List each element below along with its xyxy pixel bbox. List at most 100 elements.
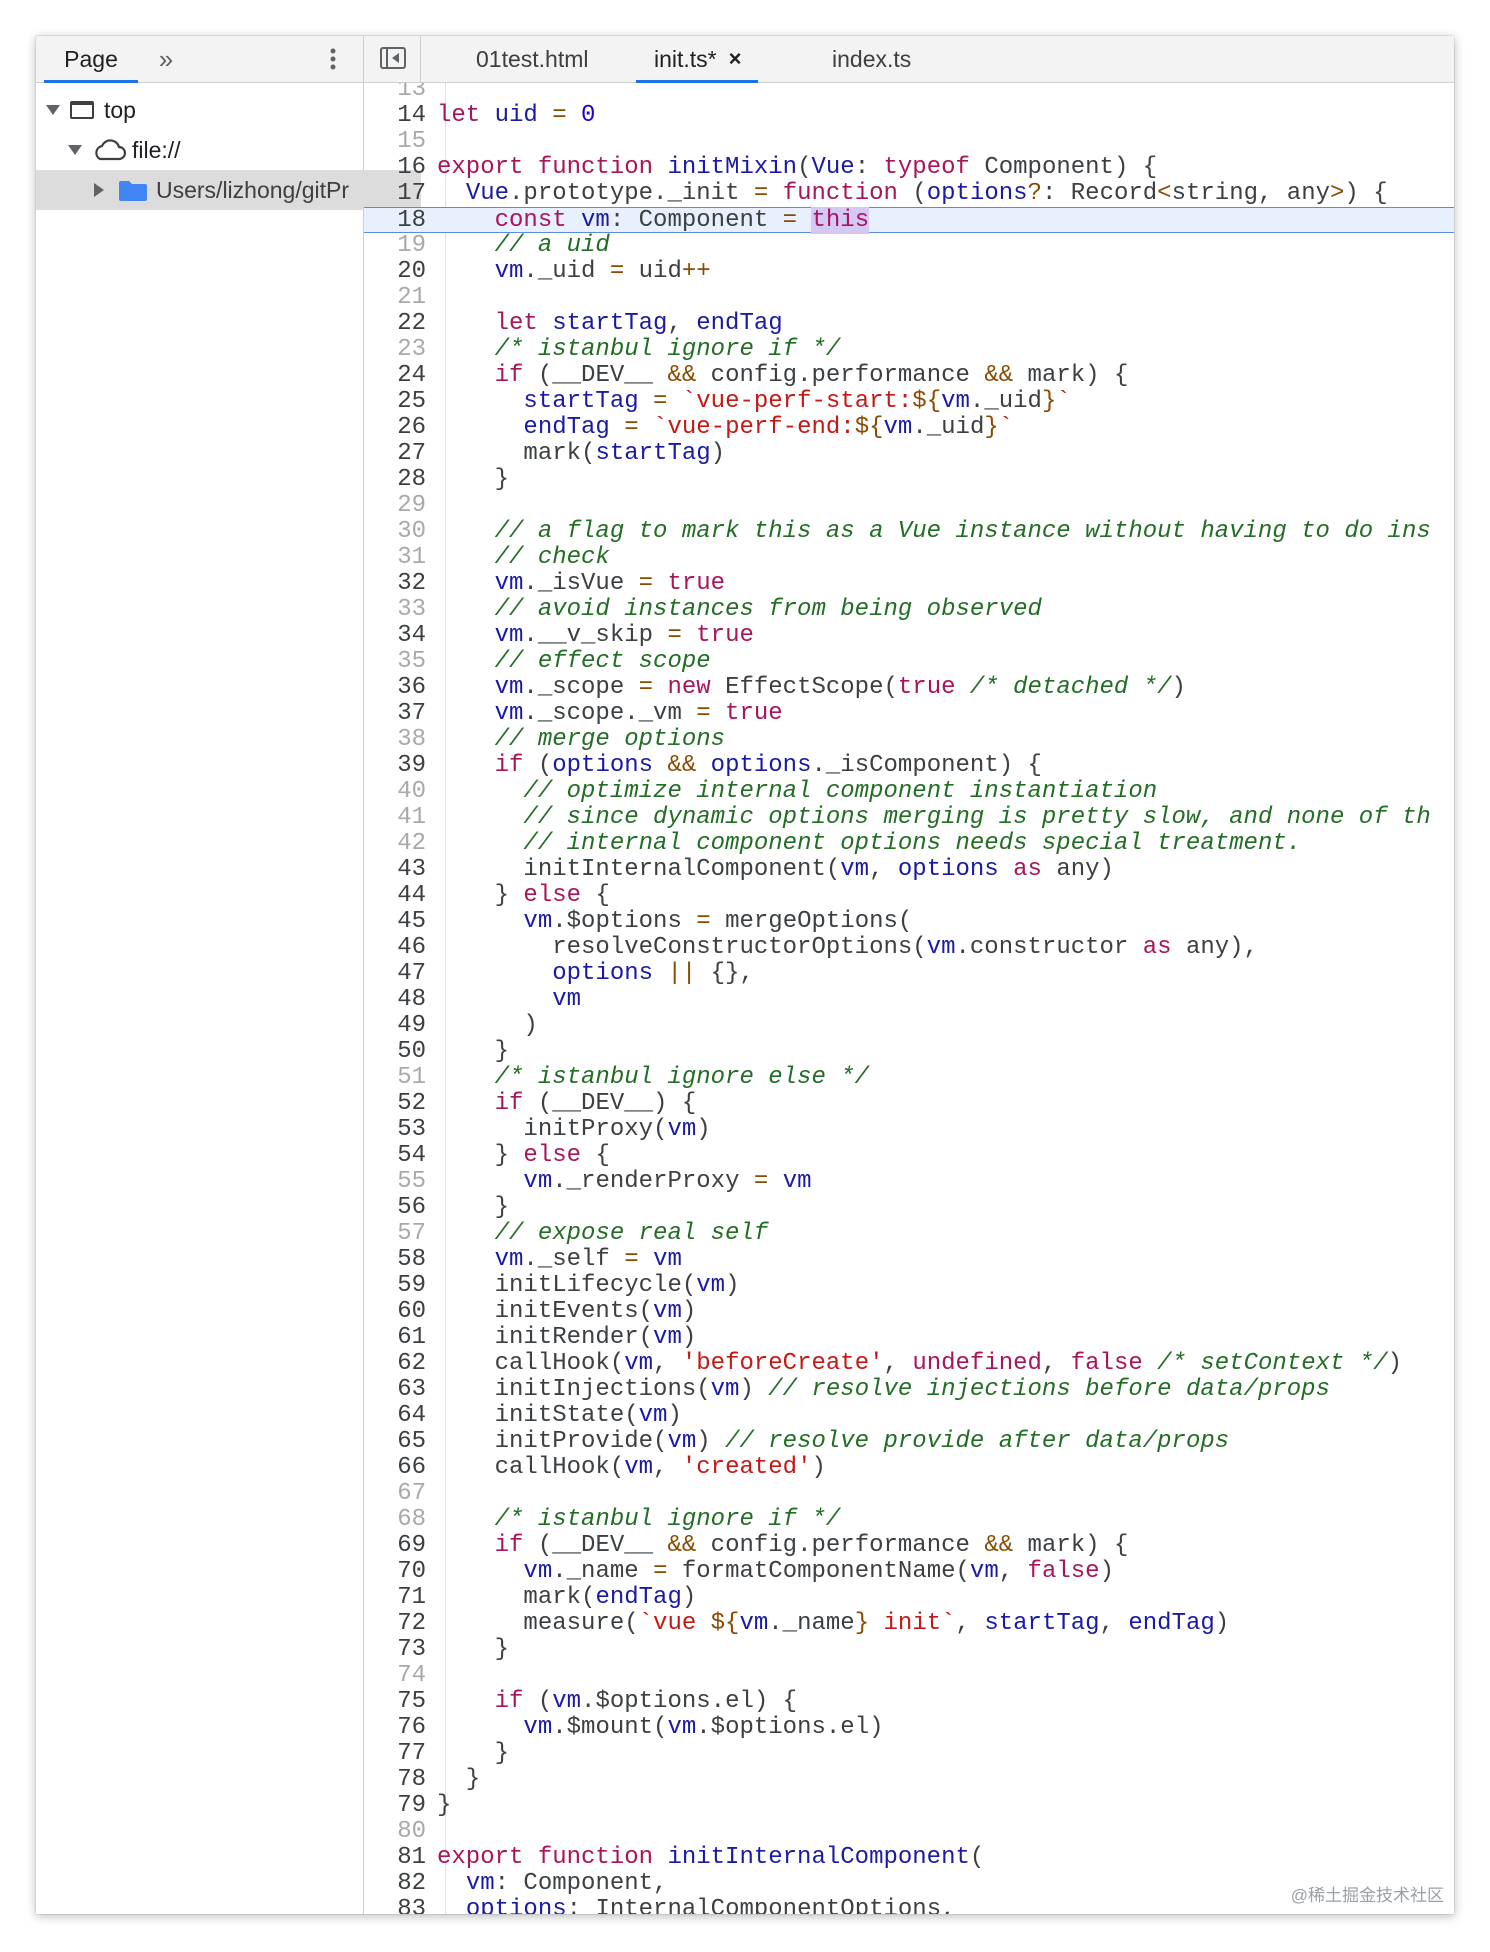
line-number[interactable]: 27 (364, 441, 426, 467)
code-line[interactable]: 58 vm._self = vm (364, 1247, 1454, 1273)
line-number[interactable]: 41 (364, 805, 426, 831)
code-line[interactable]: 54 } else { (364, 1143, 1454, 1169)
line-number[interactable]: 62 (364, 1351, 426, 1377)
code-line[interactable]: 63 initInjections(vm) // resolve injecti… (364, 1377, 1454, 1403)
code-line[interactable]: 24 if (__DEV__ && config.performance && … (364, 363, 1454, 389)
line-number[interactable]: 56 (364, 1195, 426, 1221)
code-line[interactable]: 26 endTag = `vue-perf-end:${vm._uid}` (364, 415, 1454, 441)
line-number[interactable]: 68 (364, 1507, 426, 1533)
line-number[interactable]: 43 (364, 857, 426, 883)
line-number[interactable]: 71 (364, 1585, 426, 1611)
line-number[interactable]: 59 (364, 1273, 426, 1299)
code-line[interactable]: 41 // since dynamic options merging is p… (364, 805, 1454, 831)
code-line[interactable]: 33 // avoid instances from being observe… (364, 597, 1454, 623)
code-line[interactable]: 19 // a uid (364, 233, 1454, 259)
code-line[interactable]: 43 initInternalComponent(vm, options as … (364, 857, 1454, 883)
code-line[interactable]: 42 // internal component options needs s… (364, 831, 1454, 857)
line-number[interactable]: 66 (364, 1455, 426, 1481)
code-line[interactable]: 70 vm._name = formatComponentName(vm, fa… (364, 1559, 1454, 1585)
code-line[interactable]: 39 if (options && options._isComponent) … (364, 753, 1454, 779)
line-number[interactable]: 70 (364, 1559, 426, 1585)
code-line[interactable]: 27 mark(startTag) (364, 441, 1454, 467)
line-number[interactable]: 79 (364, 1793, 426, 1819)
line-number[interactable]: 65 (364, 1429, 426, 1455)
code-line[interactable]: 56 } (364, 1195, 1454, 1221)
line-number[interactable]: 49 (364, 1013, 426, 1039)
code-line[interactable]: 25 startTag = `vue-perf-start:${vm._uid}… (364, 389, 1454, 415)
code-line[interactable]: 30 // a flag to mark this as a Vue insta… (364, 519, 1454, 545)
line-number[interactable]: 80 (364, 1819, 426, 1845)
line-number[interactable]: 78 (364, 1767, 426, 1793)
line-number[interactable]: 26 (364, 415, 426, 441)
line-number[interactable]: 39 (364, 753, 426, 779)
toggle-navigator-icon[interactable] (380, 47, 406, 69)
line-number[interactable]: 16 (364, 155, 426, 181)
line-number[interactable]: 73 (364, 1637, 426, 1663)
line-number[interactable]: 58 (364, 1247, 426, 1273)
tab-index-ts[interactable]: index.ts (832, 36, 911, 82)
line-number[interactable]: 15 (364, 129, 426, 155)
tab-01test-html[interactable]: 01test.html (476, 36, 589, 82)
code-line[interactable]: 46 resolveConstructorOptions(vm.construc… (364, 935, 1454, 961)
line-number[interactable]: 18 (364, 208, 426, 234)
line-number[interactable]: 17 (364, 181, 426, 207)
code-line[interactable]: 28 } (364, 467, 1454, 493)
line-number[interactable]: 35 (364, 649, 426, 675)
tab-page[interactable]: Page (36, 36, 146, 83)
code-line[interactable]: 20 vm._uid = uid++ (364, 259, 1454, 285)
line-number[interactable]: 83 (364, 1897, 426, 1915)
code-line[interactable]: 38 // merge options (364, 727, 1454, 753)
code-line[interactable]: 47 options || {}, (364, 961, 1454, 987)
line-number[interactable]: 23 (364, 337, 426, 363)
tree-item-file[interactable]: file:// (36, 130, 395, 170)
line-number[interactable]: 30 (364, 519, 426, 545)
line-number[interactable]: 37 (364, 701, 426, 727)
expand-arrow-icon[interactable] (68, 145, 82, 155)
line-number[interactable]: 21 (364, 285, 426, 311)
code-line[interactable]: 53 initProxy(vm) (364, 1117, 1454, 1143)
code-line[interactable]: 52 if (__DEV__) { (364, 1091, 1454, 1117)
code-line[interactable]: 49 ) (364, 1013, 1454, 1039)
line-number[interactable]: 42 (364, 831, 426, 857)
line-number[interactable]: 48 (364, 987, 426, 1013)
code-line[interactable]: 66 callHook(vm, 'created') (364, 1455, 1454, 1481)
code-line[interactable]: 34 vm.__v_skip = true (364, 623, 1454, 649)
code-line[interactable]: 67 (364, 1481, 1454, 1507)
line-number[interactable]: 40 (364, 779, 426, 805)
line-number[interactable]: 74 (364, 1663, 426, 1689)
code-line[interactable]: 55 vm._renderProxy = vm (364, 1169, 1454, 1195)
line-number[interactable]: 50 (364, 1039, 426, 1065)
code-line[interactable]: 29 (364, 493, 1454, 519)
line-number[interactable]: 46 (364, 935, 426, 961)
code-line[interactable]: 36 vm._scope = new EffectScope(true /* d… (364, 675, 1454, 701)
expand-arrow-icon[interactable] (46, 105, 60, 115)
code-view[interactable]: 13 14 let uid = 0 15 16 export function initM… (364, 83, 1454, 1914)
line-number[interactable]: 76 (364, 1715, 426, 1741)
code-line[interactable]: 51 /* istanbul ignore else */ (364, 1065, 1454, 1091)
line-number[interactable]: 32 (364, 571, 426, 597)
line-number[interactable]: 31 (364, 545, 426, 571)
code-line[interactable]: 21 (364, 285, 1454, 311)
line-number[interactable]: 72 (364, 1611, 426, 1637)
code-line[interactable]: 48 vm (364, 987, 1454, 1013)
line-number[interactable]: 20 (364, 259, 426, 285)
code-line[interactable]: 16 export function initMixin(Vue: typeof … (364, 155, 1454, 181)
more-options-button[interactable] (321, 36, 345, 82)
code-line[interactable]: 81 export function initInternalComponent( (364, 1845, 1454, 1871)
code-line[interactable]: 74 (364, 1663, 1454, 1689)
code-line[interactable]: 62 callHook(vm, 'beforeCreate', undefine… (364, 1351, 1454, 1377)
code-line[interactable]: 17 Vue.prototype._init = function (optio… (364, 181, 1454, 207)
line-number[interactable]: 54 (364, 1143, 426, 1169)
line-number[interactable]: 64 (364, 1403, 426, 1429)
code-line[interactable]: 72 measure(`vue ${vm._name} init`, start… (364, 1611, 1454, 1637)
line-number[interactable]: 13 (364, 83, 426, 103)
line-number[interactable]: 63 (364, 1377, 426, 1403)
code-line[interactable]: 75 if (vm.$options.el) { (364, 1689, 1454, 1715)
code-line[interactable]: 59 initLifecycle(vm) (364, 1273, 1454, 1299)
line-number[interactable]: 51 (364, 1065, 426, 1091)
line-number[interactable]: 29 (364, 493, 426, 519)
line-number[interactable]: 38 (364, 727, 426, 753)
code-line[interactable]: 69 if (__DEV__ && config.performance && … (364, 1533, 1454, 1559)
close-icon[interactable]: × (729, 46, 742, 72)
code-line[interactable]: 18 const vm: Component = this (364, 207, 1454, 234)
